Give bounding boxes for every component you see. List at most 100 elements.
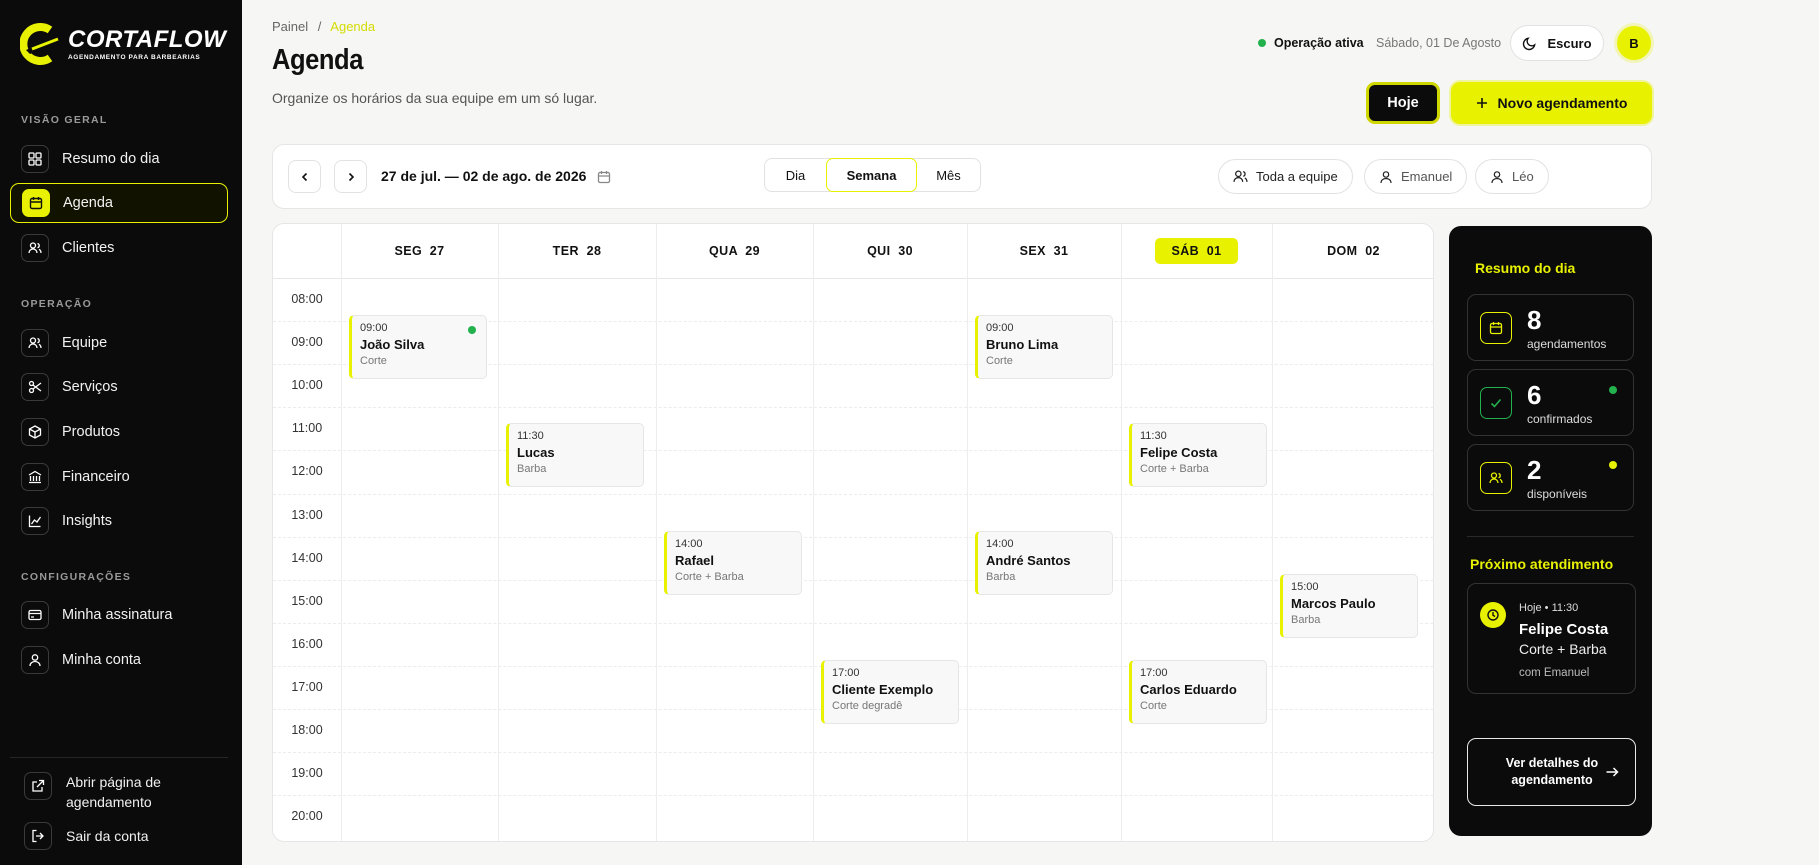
chevron-right-icon xyxy=(348,172,354,181)
day-header[interactable]: SEG 27 xyxy=(341,224,498,278)
sidebar-item-financeiro[interactable]: Financeiro xyxy=(10,457,228,497)
view-details-button[interactable]: Ver detalhes do agendamento xyxy=(1467,738,1636,806)
hour-label: 08:00 xyxy=(291,292,323,306)
filter-all-team[interactable]: Toda a equipe xyxy=(1218,159,1353,194)
day-header-label: QUA 29 xyxy=(709,244,760,258)
sidebar-item-label: Clientes xyxy=(62,240,115,256)
day-header[interactable]: TER 28 xyxy=(498,224,656,278)
appointment-card[interactable]: 17:00 Carlos Eduardo Corte xyxy=(1129,659,1267,724)
chevron-left-icon xyxy=(301,172,307,181)
appointment-card[interactable]: 11:30 Lucas Barba xyxy=(506,422,644,487)
sidebar-item-label: Agenda xyxy=(63,195,113,211)
breadcrumb-separator: / xyxy=(317,19,322,34)
scissors-icon xyxy=(21,373,49,401)
day-header[interactable]: QUA 29 xyxy=(656,224,813,278)
view-day-tab[interactable]: Dia xyxy=(765,159,826,191)
sidebar-item-label: Equipe xyxy=(62,335,108,351)
hour-label: 20:00 xyxy=(291,809,323,824)
filter-emanuel[interactable]: Emanuel xyxy=(1364,159,1468,194)
view-switcher: Dia Semana Mês xyxy=(764,158,981,192)
column-divider xyxy=(1121,224,1122,841)
day-header-label: SEG 27 xyxy=(394,244,445,258)
filter-leo[interactable]: Léo xyxy=(1475,159,1549,194)
next-week-button[interactable] xyxy=(334,160,367,193)
theme-toggle-label: Escuro xyxy=(1547,35,1592,51)
appointment-service: Corte + Barba xyxy=(1140,462,1209,475)
status-indicator: Operação ativa xyxy=(1258,36,1364,50)
hour-gridline xyxy=(273,622,1433,624)
appointment-client: Carlos Eduardo xyxy=(1140,681,1237,697)
appointment-card[interactable]: 09:00 João Silva Corte xyxy=(349,315,487,380)
chart-icon xyxy=(21,507,49,535)
logo[interactable]: CORTAFLOW AGENDAMENTO PARA BARBEARIAS xyxy=(20,22,226,66)
breadcrumb-root[interactable]: Painel xyxy=(272,19,308,34)
sidebar-item-resumo[interactable]: Resumo do dia xyxy=(10,139,228,179)
day-header[interactable]: SEX 31 xyxy=(967,224,1121,278)
moon-icon xyxy=(1523,36,1537,50)
logout-link[interactable]: Sair da conta xyxy=(24,822,149,850)
appointment-card[interactable]: 17:00 Cliente Exemplo Corte degradê xyxy=(821,659,959,724)
stat-value: 2 xyxy=(1527,455,1542,485)
next-with: com Emanuel xyxy=(1519,667,1590,679)
sidebar-item-servicos[interactable]: Serviços xyxy=(10,367,228,407)
sidebar-item-minha-conta[interactable]: Minha conta xyxy=(10,640,228,680)
team-icon xyxy=(21,329,49,357)
appointment-card[interactable]: 14:00 André Santos Barba xyxy=(975,530,1113,595)
day-header-label: QUI 30 xyxy=(867,244,913,258)
stat-label: confirmados xyxy=(1527,412,1593,426)
nav-section-configuracoes: CONFIGURAÇÕES xyxy=(21,571,132,583)
appointment-time: 14:00 xyxy=(675,537,703,550)
date-picker-button[interactable] xyxy=(587,160,620,193)
appointment-card[interactable]: 15:00 Marcos Paulo Barba xyxy=(1280,573,1418,638)
calendar-icon xyxy=(22,189,50,217)
next-appointment-title: Próximo atendimento xyxy=(1470,556,1614,572)
view-month-tab[interactable]: Mês xyxy=(917,159,980,191)
sidebar-item-equipe[interactable]: Equipe xyxy=(10,323,228,363)
cortaflow-logo-icon xyxy=(20,23,59,65)
open-booking-page-link[interactable]: Abrir página de agendamento xyxy=(24,772,176,812)
avatar[interactable]: B xyxy=(1617,26,1651,60)
panel-divider xyxy=(1467,536,1634,537)
header-divider xyxy=(273,278,1433,279)
view-week-tab[interactable]: Semana xyxy=(826,158,917,192)
today-button[interactable]: Hoje xyxy=(1366,82,1440,124)
new-appointment-button[interactable]: Novo agendamento xyxy=(1451,82,1652,124)
bank-icon xyxy=(21,463,49,491)
date-range-label: 27 de jul. — 02 de ago. de 2026 xyxy=(381,168,587,184)
appointment-card[interactable]: 09:00 Bruno Lima Corte xyxy=(975,315,1113,380)
box-icon xyxy=(21,418,49,446)
appointment-time: 09:00 xyxy=(986,322,1014,335)
hour-label: 10:00 xyxy=(291,378,323,393)
column-divider xyxy=(1272,224,1273,841)
prev-week-button[interactable] xyxy=(288,160,321,193)
hour-label: 14:00 xyxy=(291,550,323,565)
day-header[interactable]: DOM 02 xyxy=(1272,224,1433,278)
appointment-client: Bruno Lima xyxy=(986,337,1059,353)
appointment-service: Corte degradê xyxy=(832,699,903,712)
next-appointment-card[interactable]: Hoje • 11:30 Felipe Costa Corte + Barba … xyxy=(1467,583,1636,694)
calendar-toolbar: 27 de jul. — 02 de ago. de 2026 Dia Sema… xyxy=(272,144,1652,209)
stat-label: agendamentos xyxy=(1527,337,1607,351)
breadcrumb: Painel / Agenda xyxy=(272,19,375,34)
day-header[interactable]: QUI 30 xyxy=(813,224,967,278)
sidebar-item-assinatura[interactable]: Minha assinatura xyxy=(10,595,228,635)
stat-dot xyxy=(1609,386,1617,394)
card-icon xyxy=(21,601,49,629)
appointment-card[interactable]: 11:30 Felipe Costa Corte + Barba xyxy=(1129,422,1267,487)
brand-name: CORTAFLOW xyxy=(68,25,227,53)
hour-gridline xyxy=(273,536,1433,538)
sidebar-item-agenda[interactable]: Agenda xyxy=(10,183,228,223)
column-divider xyxy=(498,224,499,841)
sidebar-item-clientes[interactable]: Clientes xyxy=(10,228,228,268)
appointment-client: Cliente Exemplo xyxy=(832,681,934,697)
day-header[interactable]: SÁB 01 xyxy=(1121,224,1272,278)
appointment-card[interactable]: 14:00 Rafael Corte + Barba xyxy=(664,530,802,595)
next-client: Felipe Costa xyxy=(1519,621,1609,638)
sidebar-item-insights[interactable]: Insights xyxy=(10,501,228,541)
appointment-service: Barba xyxy=(1291,613,1321,626)
appointment-time: 11:30 xyxy=(1140,429,1167,442)
theme-toggle-button[interactable]: Escuro xyxy=(1510,25,1604,61)
sidebar-item-produtos[interactable]: Produtos xyxy=(10,412,228,452)
brand-tagline: AGENDAMENTO PARA BARBEARIAS xyxy=(68,53,201,61)
appointment-client: Rafael xyxy=(675,552,715,568)
